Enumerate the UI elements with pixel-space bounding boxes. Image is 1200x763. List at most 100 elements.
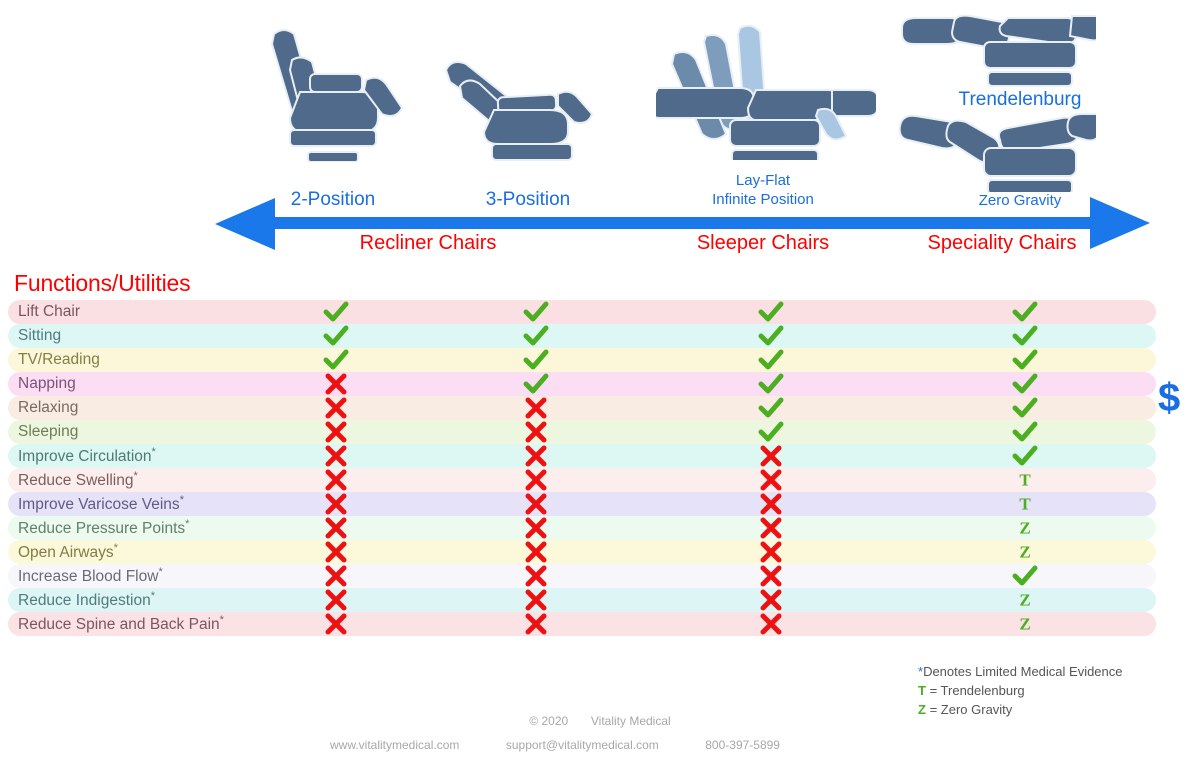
cell-check xyxy=(1005,373,1045,395)
cell-cross xyxy=(516,541,556,563)
row-label: Reduce Swelling* xyxy=(18,469,138,490)
table-row: Reduce Swelling* T xyxy=(8,468,1156,492)
copyright-line: © 2020 Vitality Medical xyxy=(0,714,1200,728)
cell-cross xyxy=(516,493,556,515)
cell-cross xyxy=(751,517,791,539)
email-link[interactable]: support@vitalitymedical.com xyxy=(506,738,659,752)
cell-check xyxy=(516,325,556,347)
table-row: Improve Circulation* xyxy=(8,444,1156,468)
table-row: Sitting xyxy=(8,324,1156,348)
cell-cross xyxy=(316,421,356,443)
table-row: Reduce Indigestion* Z xyxy=(8,588,1156,612)
limited-evidence-asterisk: * xyxy=(185,517,190,530)
table-row: Reduce Pressure Points* Z xyxy=(8,516,1156,540)
cell-cross xyxy=(316,469,356,491)
position-label-2-position: 2-Position xyxy=(290,189,376,210)
row-label: Lift Chair xyxy=(18,303,81,320)
cell-cross xyxy=(516,421,556,443)
2-position-chair-icon xyxy=(270,29,404,162)
lay-flat-line1: Lay-Flat xyxy=(735,172,791,189)
cell-cross xyxy=(316,445,356,467)
table-row: Reduce Spine and Back Pain* Z xyxy=(8,612,1156,636)
cell-cross xyxy=(516,589,556,611)
cell-check xyxy=(751,349,791,371)
cell-check xyxy=(516,373,556,395)
cell-check xyxy=(751,421,791,443)
position-label-lay-flat: Lay-Flat Infinite Position xyxy=(693,171,833,209)
limited-evidence-asterisk: * xyxy=(151,445,156,458)
limited-evidence-asterisk: * xyxy=(219,613,224,626)
legend: *Denotes Limited Medical Evidence T = Tr… xyxy=(918,662,1123,719)
cell-check xyxy=(516,301,556,323)
cell-cross xyxy=(751,493,791,515)
row-label: Sleeping xyxy=(18,423,79,440)
cell-cross xyxy=(316,517,356,539)
cell-cross xyxy=(516,469,556,491)
cell-z: Z xyxy=(1019,518,1031,538)
cell-z: Z xyxy=(1019,590,1031,610)
row-label: Improve Circulation* xyxy=(18,445,156,466)
limited-evidence-asterisk: * xyxy=(113,541,118,554)
limited-evidence-asterisk: * xyxy=(150,589,155,602)
legend-asterisk-row: *Denotes Limited Medical Evidence xyxy=(918,662,1123,681)
row-label: TV/Reading xyxy=(18,351,100,368)
table-row: Relaxing xyxy=(8,396,1156,420)
table-row: TV/Reading xyxy=(8,348,1156,372)
cell-cross xyxy=(316,565,356,587)
cell-check xyxy=(1005,301,1045,323)
table-row: Napping xyxy=(8,372,1156,396)
cell-cross xyxy=(516,517,556,539)
cell-check xyxy=(751,373,791,395)
comparison-table: Lift Chair Sitting TV/Reading Napping Relaxi… xyxy=(0,300,1200,636)
legend-t-key: T xyxy=(918,683,926,698)
cell-check xyxy=(1005,421,1045,443)
table-row: Open Airways* Z xyxy=(8,540,1156,564)
3-position-chair-icon xyxy=(444,61,594,161)
cell-check xyxy=(1005,445,1045,467)
cell-cross xyxy=(516,613,556,635)
zero-gravity-chair-icon xyxy=(898,113,1096,192)
row-label: Reduce Spine and Back Pain* xyxy=(18,613,224,634)
row-label: Reduce Pressure Points* xyxy=(18,517,190,538)
category-label-sleeper: Sleeper Chairs xyxy=(696,232,830,254)
cell-cross xyxy=(316,373,356,395)
lay-flat-line2: Infinite Position xyxy=(712,191,814,208)
cell-cross xyxy=(751,565,791,587)
cell-check xyxy=(1005,397,1045,419)
limited-evidence-asterisk: * xyxy=(179,493,184,506)
legend-t-text: = Trendelenburg xyxy=(929,683,1025,698)
table-row: Improve Varicose Veins* T xyxy=(8,492,1156,516)
cell-z: Z xyxy=(1019,614,1031,634)
price-axis: $ $ 2-Position 3-Position Lay-Flat Infin… xyxy=(0,90,1200,421)
limited-evidence-asterisk: * xyxy=(133,469,138,482)
position-label-zero-gravity: Zero Gravity xyxy=(978,192,1062,209)
cell-check xyxy=(316,325,356,347)
row-label: Reduce Indigestion* xyxy=(18,589,155,610)
cell-check xyxy=(316,301,356,323)
cell-check xyxy=(751,397,791,419)
cell-check xyxy=(316,349,356,371)
row-label: Increase Blood Flow* xyxy=(18,565,163,586)
category-label-recliner: Recliner Chairs xyxy=(359,232,497,254)
cell-cross xyxy=(751,613,791,635)
cell-cross xyxy=(516,445,556,467)
cell-cross xyxy=(516,397,556,419)
cell-check xyxy=(1005,325,1045,347)
cell-check xyxy=(751,325,791,347)
copyright-year: © 2020 xyxy=(529,714,569,728)
page-title: Functions/Utilities xyxy=(14,270,191,296)
website-link[interactable]: www.vitalitymedical.com xyxy=(330,738,459,752)
trendelenburg-chair-icon xyxy=(901,14,1096,87)
table-row: Lift Chair xyxy=(8,300,1156,324)
phone-number[interactable]: 800-397-5899 xyxy=(705,738,780,752)
cell-cross xyxy=(316,397,356,419)
legend-asterisk-text: Denotes Limited Medical Evidence xyxy=(923,664,1123,679)
cell-cross xyxy=(751,445,791,467)
row-label: Relaxing xyxy=(18,399,79,416)
cell-cross xyxy=(751,589,791,611)
cell-cross xyxy=(316,541,356,563)
company-name: Vitality Medical xyxy=(590,714,671,728)
cell-t: T xyxy=(1019,470,1031,490)
legend-t-row: T = Trendelenburg xyxy=(918,681,1123,700)
cell-cross xyxy=(751,541,791,563)
